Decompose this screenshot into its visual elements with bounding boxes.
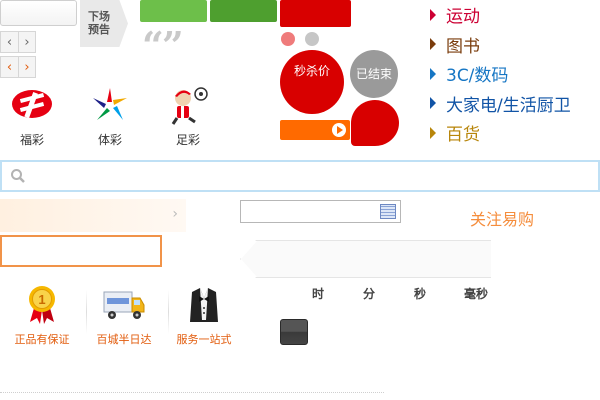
delivery-truck-icon — [103, 291, 145, 319]
carousel-arrows-orange: ‹ › — [0, 56, 36, 78]
feature-delivery: 百城半日达 — [84, 284, 164, 347]
butler-service-icon — [190, 288, 218, 322]
search-icon — [11, 169, 25, 183]
triangle-right-icon — [430, 8, 436, 21]
dark-button[interactable] — [280, 319, 308, 345]
triangle-right-icon — [430, 67, 436, 80]
prev-arrow-button[interactable]: ‹ — [1, 32, 18, 52]
next-show-line2: 预告 — [88, 23, 110, 36]
next-arrow-button-orange[interactable]: › — [18, 57, 35, 77]
lottery-welfare[interactable]: 福彩 — [4, 86, 60, 148]
lottery-label: 福彩 — [19, 133, 44, 147]
category-item-sports[interactable]: 运动 — [428, 0, 600, 30]
feature-genuine: 1 正品有保证 — [2, 284, 82, 347]
dropdown-tab[interactable]: › — [0, 199, 186, 232]
feature-label: 服务一站式 — [176, 333, 232, 346]
genuine-guarantee-icon: 1 — [29, 286, 55, 324]
triangle-right-icon — [430, 97, 436, 110]
category-item-digital[interactable]: 3C/数码 — [428, 59, 600, 89]
feature-label: 正品有保证 — [14, 333, 70, 346]
countdown-labels: 时 分 秒 毫秒 — [300, 285, 500, 301]
category-label: 运动 — [446, 7, 480, 28]
play-icon — [332, 123, 346, 137]
next-show-line1: 下场 — [88, 10, 110, 23]
calendar-icon[interactable] — [380, 204, 396, 219]
countdown-millisecond-label: 毫秒 — [464, 287, 489, 301]
category-label: 大家电/生活厨卫 — [446, 95, 571, 116]
category-list: 运动 图书 3C/数码 大家电/生活厨卫 百货 — [428, 0, 600, 148]
ended-badge: 已结束 — [350, 50, 398, 98]
red-bar[interactable] — [280, 0, 351, 27]
green-bar-dark[interactable] — [210, 0, 277, 22]
triangle-right-icon — [430, 126, 436, 139]
next-show-tab[interactable]: 下场 预告 — [80, 0, 128, 47]
lottery-label: 足彩 — [175, 133, 200, 147]
lottery-label: 体彩 — [97, 133, 122, 147]
category-label: 3C/数码 — [446, 66, 509, 87]
quote-icon: “” — [142, 23, 184, 68]
football-lottery-icon — [171, 87, 208, 125]
seckill-label: 秒杀价 — [293, 64, 330, 78]
triangle-right-icon — [430, 38, 436, 51]
slide-dot-active[interactable] — [281, 32, 295, 46]
category-label: 图书 — [446, 36, 480, 57]
arrow-banner-fill — [241, 241, 491, 277]
feature-label: 百城半日达 — [96, 333, 152, 346]
search-input[interactable] — [0, 160, 600, 192]
svg-text:1: 1 — [38, 292, 45, 307]
seckill-price-badge: 秒杀价 — [280, 50, 344, 114]
dotted-divider — [0, 392, 384, 393]
carousel-arrows-gray: ‹ › — [0, 31, 36, 53]
countdown-second-label: 秒 — [414, 287, 427, 301]
green-bar-light[interactable] — [140, 0, 207, 22]
slide-dot[interactable] — [305, 32, 319, 46]
chevron-right-icon: › — [172, 206, 178, 222]
next-arrow-button[interactable]: › — [18, 32, 35, 52]
lottery-football[interactable]: 足彩 — [160, 86, 216, 148]
orange-input-field[interactable] — [0, 235, 162, 267]
feature-service: 服务一站式 — [164, 284, 244, 347]
category-label: 百货 — [446, 125, 480, 146]
ended-label: 已结束 — [355, 67, 392, 81]
category-item-appliances[interactable]: 大家电/生活厨卫 — [428, 89, 600, 119]
follow-link[interactable]: 关注易购 — [470, 206, 534, 230]
red-drop-badge — [351, 100, 399, 146]
category-item-general[interactable]: 百货 — [428, 118, 600, 148]
countdown-hour-label: 时 — [312, 287, 325, 301]
date-input[interactable] — [240, 200, 401, 223]
prev-arrow-button-orange[interactable]: ‹ — [1, 57, 18, 77]
sports-lottery-icon — [93, 88, 127, 120]
category-item-books[interactable]: 图书 — [428, 30, 600, 60]
lottery-sports[interactable]: 体彩 — [82, 86, 138, 148]
top-input-box[interactable] — [0, 0, 77, 26]
orange-play-button[interactable] — [280, 120, 350, 140]
countdown-minute-label: 分 — [363, 287, 376, 301]
welfare-lottery-icon — [12, 90, 52, 119]
